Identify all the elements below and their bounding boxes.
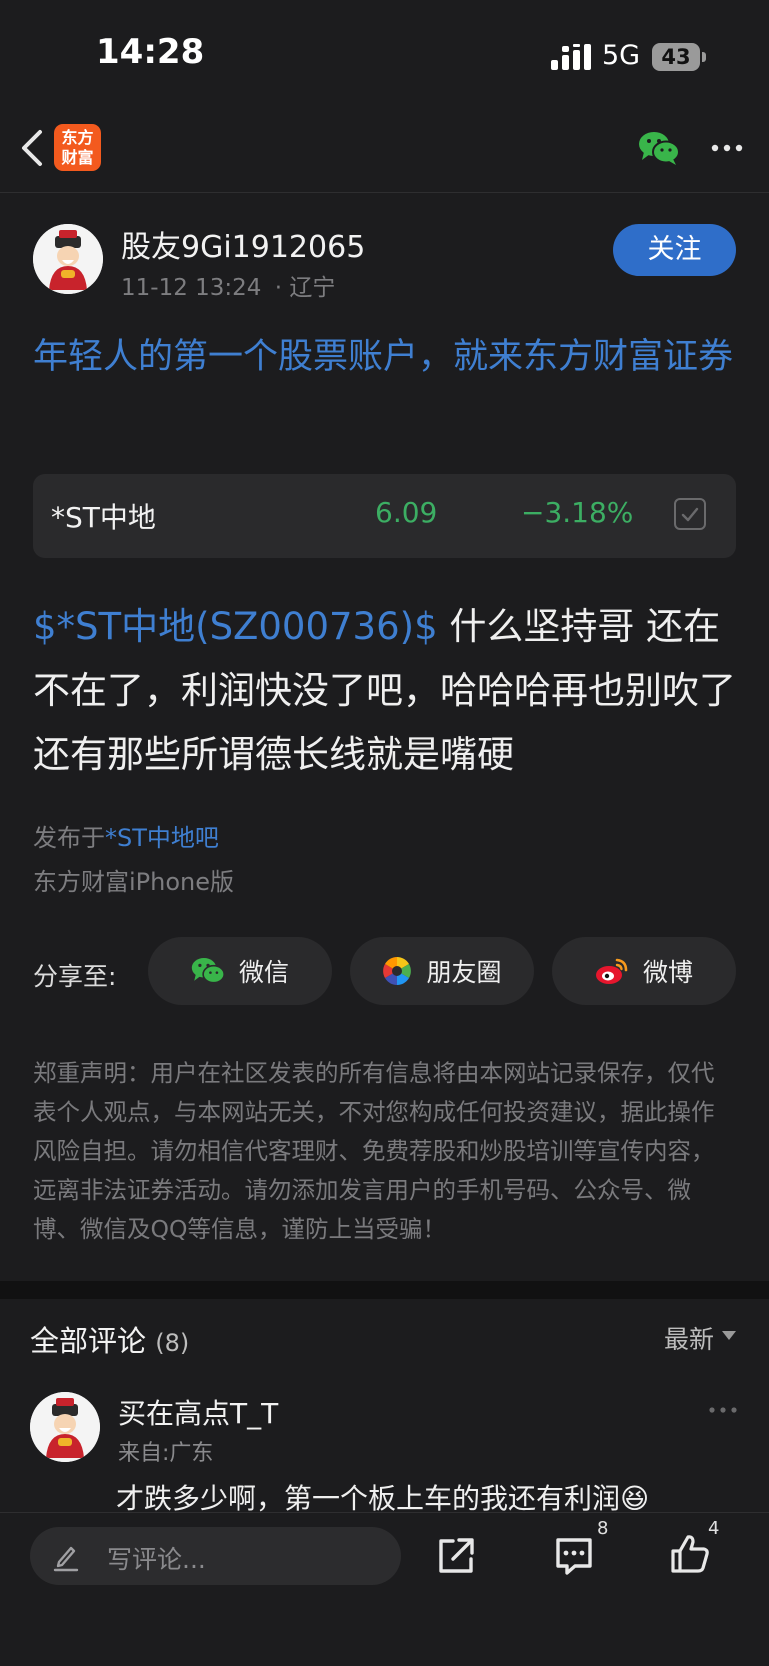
post-meta: 11-12 13:24 · 辽宁: [121, 268, 335, 302]
stock-tag-link[interactable]: $*ST中地(SZ000736)$: [33, 605, 438, 648]
comment-username[interactable]: 买在高点T_T: [118, 1392, 278, 1432]
comments-title: 全部评论 (8): [30, 1318, 189, 1360]
wechat-icon[interactable]: [638, 130, 680, 166]
posted-prefix: 发布于: [33, 824, 105, 852]
comment-icon[interactable]: [553, 1535, 595, 1577]
more-icon[interactable]: [710, 136, 744, 160]
stock-name: *ST中地: [51, 501, 156, 534]
post-timestamp: 11-12 13:24: [121, 275, 262, 301]
share-weibo-label: 微博: [642, 958, 693, 987]
stock-price: 6.09: [375, 496, 438, 529]
share-weibo-button[interactable]: 微博: [552, 937, 736, 1005]
comments-count: (8): [155, 1329, 190, 1357]
posted-in: 发布于*ST中地吧: [33, 818, 219, 853]
share-icon[interactable]: [435, 1535, 477, 1577]
weibo-icon: [595, 958, 628, 984]
like-count-badge: 4: [708, 1518, 720, 1539]
sort-selector[interactable]: 最新: [664, 1320, 714, 1356]
pencil-icon: [53, 1546, 79, 1572]
author-avatar[interactable]: [33, 224, 103, 294]
share-wechat-button[interactable]: 微信: [148, 937, 332, 1005]
nav-divider: [0, 192, 769, 193]
post-location: · 辽宁: [274, 275, 336, 301]
signal-icon: [551, 44, 591, 70]
share-label: 分享至:: [33, 962, 117, 991]
like-icon[interactable]: [669, 1533, 711, 1575]
post-client: 东方财富iPhone版: [33, 868, 235, 896]
eastmoney-logo[interactable]: 东方 财富: [54, 124, 101, 171]
back-arrow-icon[interactable]: [18, 128, 48, 168]
stock-change: −3.18%: [521, 496, 634, 529]
battery-icon: 43: [652, 43, 700, 71]
comment-input-placeholder: 写评论...: [107, 1545, 206, 1574]
follow-button[interactable]: 关注: [613, 224, 736, 276]
comments-title-label: 全部评论: [30, 1324, 147, 1358]
fortune-god-avatar-icon: [33, 224, 103, 294]
wechat-icon: [191, 958, 225, 984]
logo-line1: 东方: [61, 127, 94, 147]
section-divider: [0, 1281, 769, 1299]
status-time: 14:28: [96, 32, 205, 72]
comment-count-badge: 8: [597, 1518, 609, 1539]
comment-location: 来自:广东: [118, 1441, 214, 1466]
network-label: 5G: [602, 40, 641, 71]
chevron-down-icon[interactable]: [722, 1331, 736, 1340]
comment-text: 才跌多少啊，第一个板上车的我还有利润😆: [116, 1482, 650, 1515]
share-moments-button[interactable]: 朋友圈: [350, 937, 534, 1005]
watchlist-check-icon[interactable]: [674, 498, 706, 530]
stock-card[interactable]: *ST中地 6.09 −3.18%: [33, 474, 736, 558]
share-wechat-label: 微信: [238, 958, 289, 987]
share-moments-label: 朋友圈: [426, 958, 502, 987]
logo-line2: 财富: [61, 147, 94, 167]
post-body: $*ST中地(SZ000736)$ 什么坚持哥 还在不在了，利润快没了吧，哈哈哈…: [33, 595, 743, 787]
disclaimer-text: 郑重声明：用户在社区发表的所有信息将由本网站记录保存，仅代表个人观点，与本网站无…: [33, 1059, 715, 1243]
comment-input[interactable]: 写评论...: [30, 1527, 401, 1585]
post-headline[interactable]: 年轻人的第一个股票账户，就来东方财富证券: [33, 330, 743, 384]
battery-cap: [702, 52, 706, 62]
fortune-god-avatar-icon: [30, 1392, 100, 1462]
author-username[interactable]: 股友9Gi1912065: [121, 222, 365, 266]
comment-more-icon[interactable]: [708, 1405, 738, 1415]
stock-bar-link[interactable]: *ST中地吧: [105, 824, 219, 852]
commenter-avatar[interactable]: [30, 1392, 100, 1462]
moments-icon: [383, 957, 412, 985]
